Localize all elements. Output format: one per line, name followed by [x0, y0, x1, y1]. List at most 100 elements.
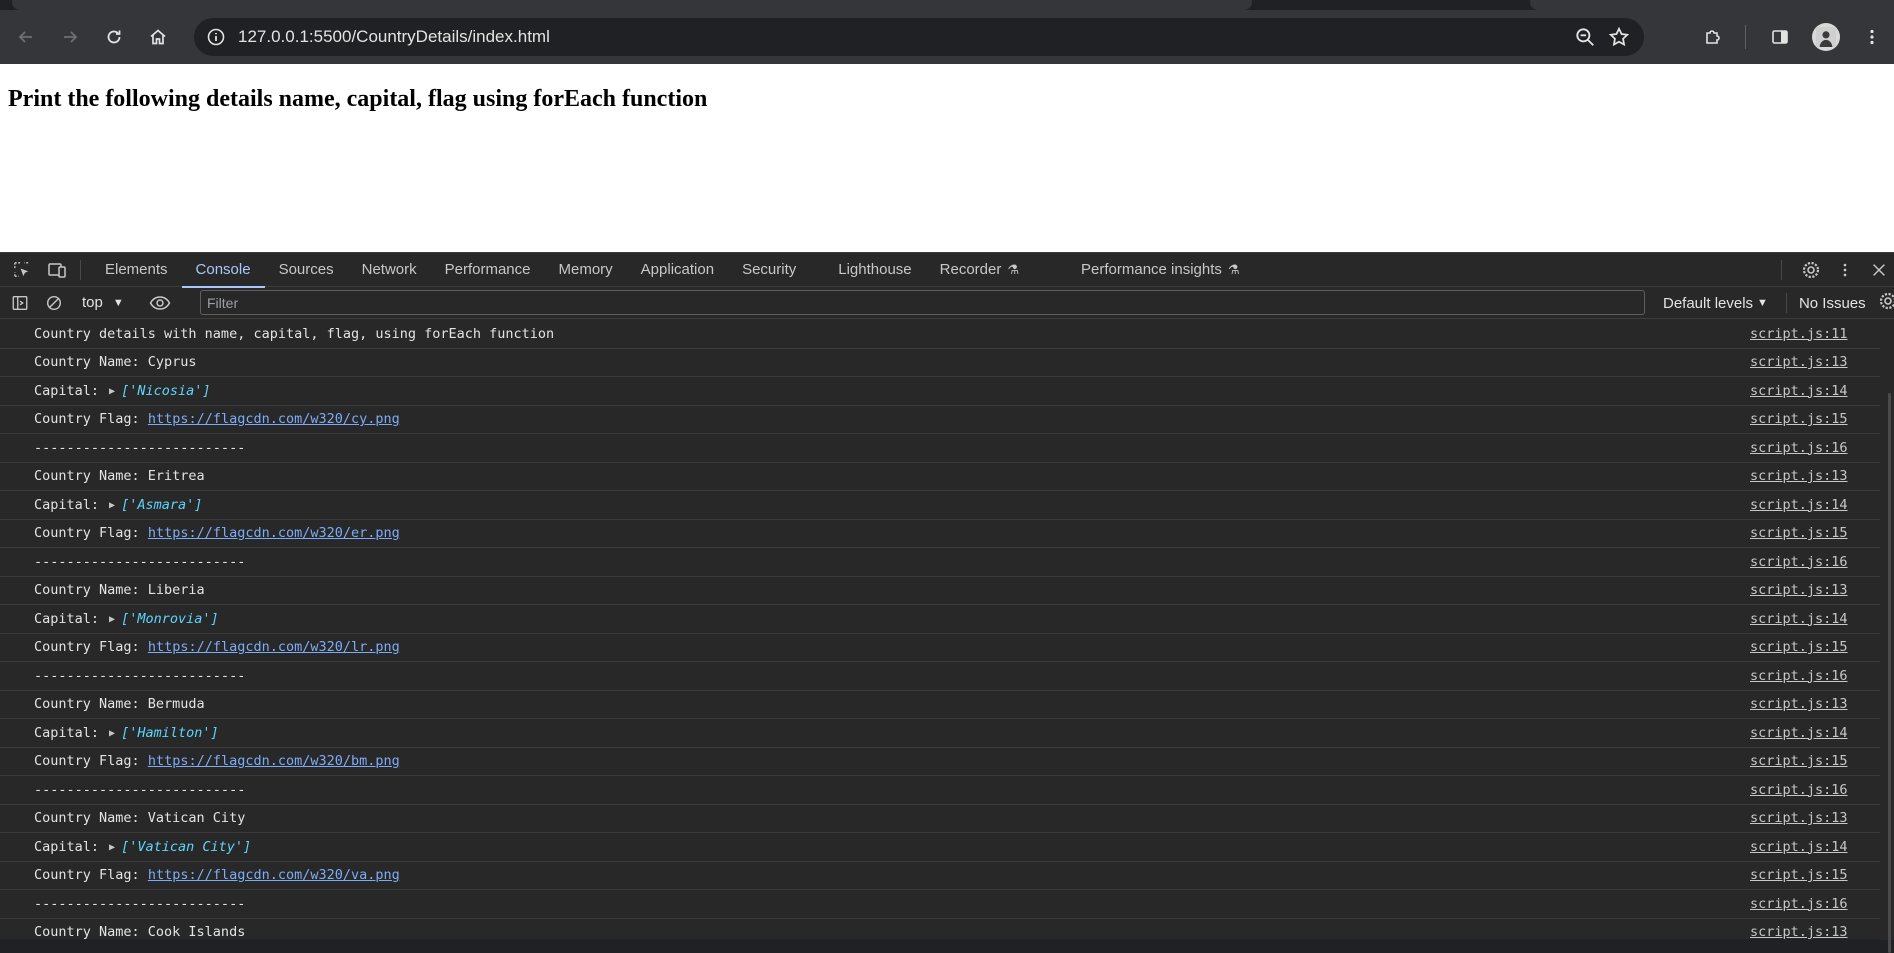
source-link[interactable]: script.js:14 — [1750, 383, 1848, 399]
toolbar-divider — [1745, 25, 1746, 49]
devtools-settings-button[interactable] — [1796, 255, 1826, 285]
source-link[interactable]: script.js:16 — [1750, 782, 1848, 798]
tab-application[interactable]: Application — [627, 253, 728, 287]
array-preview[interactable]: ['Vatican City'] — [121, 839, 251, 855]
tab-performance[interactable]: Performance — [431, 253, 545, 287]
array-preview[interactable]: ['Nicosia'] — [121, 383, 210, 399]
back-button[interactable] — [8, 19, 44, 55]
tab-memory[interactable]: Memory — [545, 253, 627, 287]
toolbar-separator — [1785, 293, 1787, 313]
flag-url-link[interactable]: https://flagcdn.com/w320/va.png — [148, 867, 400, 883]
tab-network[interactable]: Network — [348, 253, 431, 287]
arrow-right-icon — [64, 31, 78, 43]
tab-security[interactable]: Security — [728, 253, 810, 287]
forward-button[interactable] — [52, 19, 88, 55]
message-prefix: Capital: — [34, 838, 100, 855]
expand-triangle-icon[interactable]: ▶ — [109, 614, 115, 625]
scrollbar-thumb[interactable] — [1888, 393, 1891, 953]
source-link[interactable]: script.js:11 — [1750, 326, 1848, 342]
filter-input[interactable] — [201, 291, 1644, 314]
puzzle-icon — [1706, 30, 1720, 44]
expand-triangle-icon[interactable]: ▶ — [109, 386, 115, 397]
source-link[interactable]: script.js:14 — [1750, 611, 1848, 627]
source-link[interactable]: script.js:13 — [1750, 696, 1848, 712]
source-link[interactable]: script.js:15 — [1750, 867, 1848, 883]
expand-triangle-icon[interactable]: ▶ — [109, 500, 115, 511]
message-prefix: Country Flag: — [34, 525, 140, 542]
console-message: Country Name: Cyprus script.js:13 — [0, 349, 1894, 377]
browser-tab[interactable] — [12, 0, 1252, 10]
browser-menu-button[interactable] — [1854, 19, 1890, 55]
console-message: Country Name: Bermuda script.js:13 — [0, 691, 1894, 719]
source-link[interactable]: script.js:14 — [1750, 839, 1848, 855]
browser-toolbar: 127.0.0.1:5500/CountryDetails/index.html — [0, 10, 1894, 64]
source-link[interactable]: script.js:13 — [1750, 582, 1848, 598]
reload-button[interactable] — [96, 19, 132, 55]
tab-bar-separator — [1781, 260, 1782, 280]
close-icon — [1873, 264, 1885, 276]
tab-lighthouse[interactable]: Lighthouse — [824, 253, 925, 287]
tab-label: Security — [742, 261, 797, 278]
sidebar-toggle-button[interactable] — [6, 289, 34, 317]
source-link[interactable]: script.js:14 — [1750, 725, 1848, 741]
expand-triangle-icon[interactable]: ▶ — [109, 842, 115, 853]
source-link[interactable]: script.js:15 — [1750, 753, 1848, 769]
clear-console-button[interactable] — [40, 289, 68, 317]
issues-counter[interactable]: No Issues — [1799, 295, 1866, 312]
array-preview[interactable]: ['Monrovia'] — [121, 611, 219, 627]
console-message-text: Country Name: Liberia — [34, 582, 205, 599]
tab-sources[interactable]: Sources — [265, 253, 348, 287]
zoom-icon[interactable] — [1574, 26, 1596, 48]
console-settings-button[interactable] — [1878, 291, 1894, 315]
source-link[interactable]: script.js:15 — [1750, 525, 1848, 541]
live-expression-button[interactable] — [146, 289, 174, 317]
expand-triangle-icon[interactable]: ▶ — [109, 728, 115, 739]
devtools-menu-button[interactable] — [1830, 255, 1860, 285]
flask-icon: ⚗ — [1227, 261, 1240, 277]
console-message: Country Flag: https://flagcdn.com/w320/e… — [0, 520, 1894, 548]
log-levels-dropdown[interactable]: Default levels ▼ — [1655, 295, 1776, 312]
source-link[interactable]: script.js:13 — [1750, 468, 1848, 484]
tab-console[interactable]: Console — [181, 253, 265, 288]
devtools-close-button[interactable] — [1864, 255, 1894, 285]
flag-url-link[interactable]: https://flagcdn.com/w320/cy.png — [148, 411, 400, 427]
console-message: Country Name: Liberia script.js:13 — [0, 577, 1894, 605]
tab-performance-insights[interactable]: Performance insights ⚗ — [1067, 253, 1254, 287]
array-preview[interactable]: ['Hamilton'] — [121, 725, 219, 741]
source-link[interactable]: script.js:16 — [1750, 554, 1848, 570]
source-link[interactable]: script.js:16 — [1750, 668, 1848, 684]
source-link[interactable]: script.js:16 — [1750, 440, 1848, 456]
tab-bar-separator — [80, 259, 81, 280]
source-link[interactable]: script.js:13 — [1750, 924, 1848, 940]
array-preview[interactable]: ['Asmara'] — [121, 497, 202, 513]
star-icon[interactable] — [1608, 26, 1630, 48]
profile-button[interactable] — [1808, 19, 1844, 55]
extensions-button[interactable] — [1695, 19, 1731, 55]
home-icon — [150, 29, 166, 45]
console-message: Country Name: Cook Islands script.js:13 — [0, 919, 1894, 940]
flag-url-link[interactable]: https://flagcdn.com/w320/lr.png — [148, 639, 400, 655]
site-info-button[interactable] — [200, 21, 232, 53]
source-link[interactable]: script.js:15 — [1750, 639, 1848, 655]
source-link[interactable]: script.js:15 — [1750, 411, 1848, 427]
source-link[interactable]: script.js:13 — [1750, 354, 1848, 370]
console-scrollbar[interactable] — [1880, 320, 1894, 953]
source-link[interactable]: script.js:14 — [1750, 497, 1848, 513]
filter-input-box[interactable] — [200, 290, 1645, 315]
context-selector[interactable]: top ▼ — [82, 294, 124, 311]
tab-elements[interactable]: Elements — [91, 253, 182, 287]
source-link[interactable]: script.js:13 — [1750, 810, 1848, 826]
console-message: Capital: ▶ ['Monrovia'] script.js:14 — [0, 605, 1894, 634]
flag-url-link[interactable]: https://flagcdn.com/w320/bm.png — [148, 753, 400, 769]
tab-recorder[interactable]: Recorder ⚗ — [926, 253, 1033, 287]
url-text[interactable]: 127.0.0.1:5500/CountryDetails/index.html — [238, 27, 550, 47]
devtools-panel: Elements Console Sources Network Perform… — [0, 252, 1894, 953]
device-toolbar-button[interactable] — [42, 255, 72, 285]
source-link[interactable]: script.js:16 — [1750, 896, 1848, 912]
browser-tab-right[interactable] — [1530, 0, 1894, 10]
flag-url-link[interactable]: https://flagcdn.com/w320/er.png — [148, 525, 400, 541]
address-bar[interactable]: 127.0.0.1:5500/CountryDetails/index.html — [194, 18, 1644, 56]
side-panel-button[interactable] — [1762, 19, 1798, 55]
inspect-element-button[interactable] — [6, 255, 36, 285]
home-button[interactable] — [140, 19, 176, 55]
